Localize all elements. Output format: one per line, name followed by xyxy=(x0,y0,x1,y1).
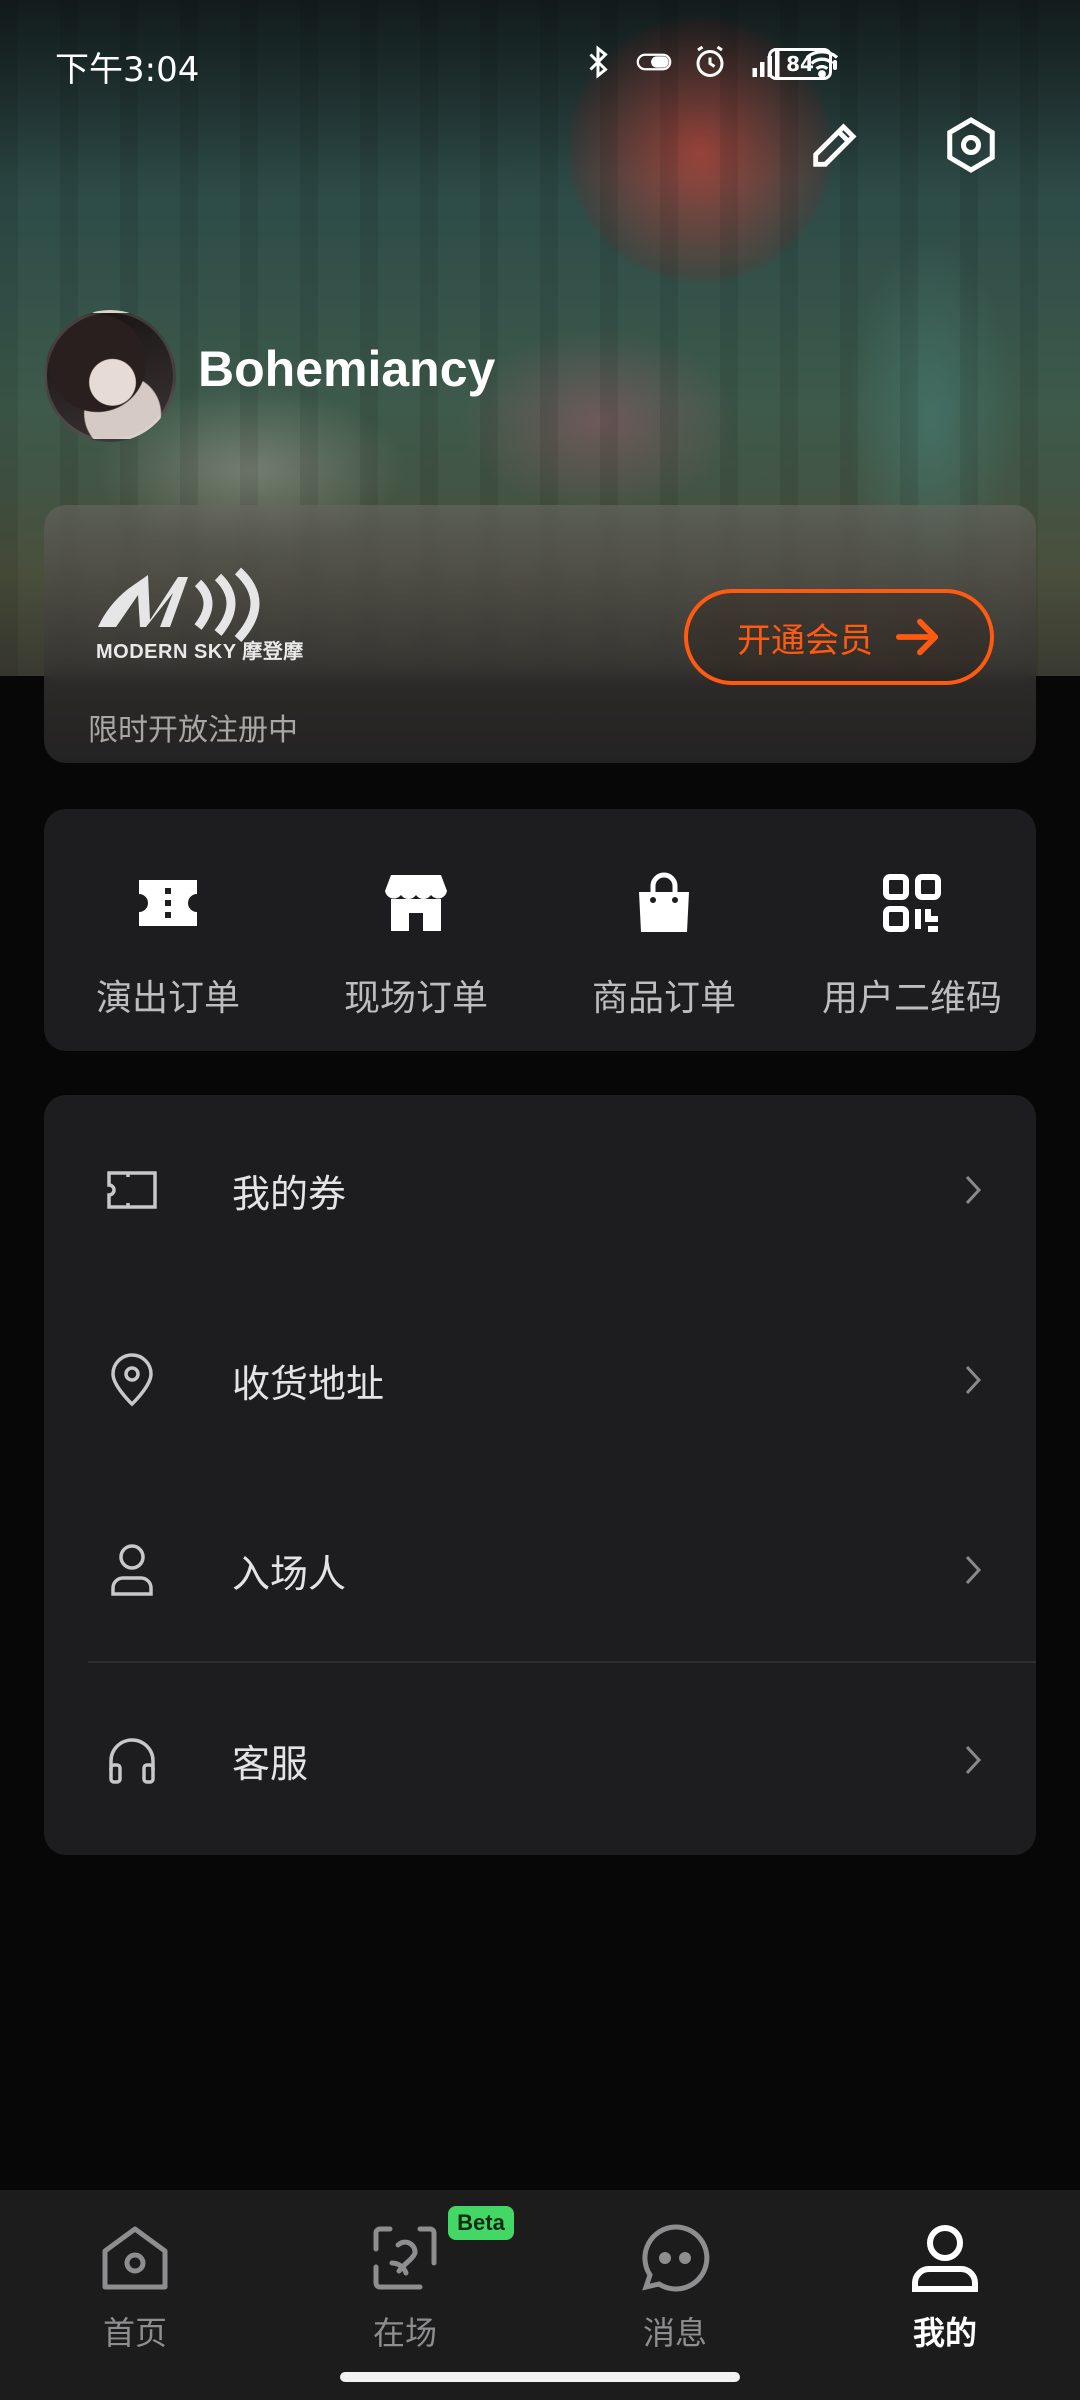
order-label: 现场订单 xyxy=(343,978,488,1019)
nav-label: 消息 xyxy=(642,2314,707,2352)
bottom-navigation: 首页 在场 消息 我的 xyxy=(0,2190,1080,2400)
coupon-icon xyxy=(104,1162,160,1218)
tab-home[interactable]: 首页 xyxy=(50,2220,220,2354)
home-indicator[interactable] xyxy=(340,2372,740,2382)
chevron-right-icon xyxy=(958,1550,988,1590)
menu-item-customer-service[interactable]: 客服 xyxy=(44,1665,1036,1855)
menu-label: 收货地址 xyxy=(232,1361,385,1406)
menu-item-my-coupons[interactable]: 我的券 xyxy=(44,1095,1036,1285)
toggle-icon xyxy=(636,53,672,71)
ticket-icon xyxy=(134,869,202,937)
settings-menu: 我的券 收货地址 入场人 客服 xyxy=(44,1095,1036,1855)
headphones-icon xyxy=(104,1732,160,1788)
open-membership-button[interactable]: 开通会员 xyxy=(684,589,994,685)
alarm-icon xyxy=(696,45,724,77)
menu-divider xyxy=(88,1661,1036,1663)
order-label: 用户二维码 xyxy=(821,978,1002,1019)
arrow-right-icon xyxy=(895,618,939,656)
pencil-icon xyxy=(813,123,857,167)
live-orders-button[interactable]: 现场订单 xyxy=(292,809,540,1051)
person-icon xyxy=(104,1542,160,1598)
order-label: 商品订单 xyxy=(591,978,736,1019)
show-orders-button[interactable]: 演出订单 xyxy=(44,809,292,1051)
shopping-bag-icon xyxy=(630,869,698,937)
order-label: 演出订单 xyxy=(95,978,240,1019)
status-time: 下午3:04 xyxy=(55,50,200,90)
nav-label: 我的 xyxy=(912,2314,977,2352)
chevron-right-icon xyxy=(958,1170,988,1210)
message-icon xyxy=(637,2220,713,2296)
location-pin-icon xyxy=(104,1352,160,1408)
qr-code-icon xyxy=(878,869,946,937)
menu-item-attendees[interactable]: 入场人 xyxy=(44,1475,1036,1665)
chevron-right-icon xyxy=(958,1360,988,1400)
battery-indicator: 84 xyxy=(768,48,837,80)
membership-card[interactable]: MODERN SKY 摩登摩 限时开放注册中 开通会员 xyxy=(44,505,1036,763)
tab-profile[interactable]: 我的 xyxy=(860,2220,1030,2354)
nav-label: 在场 xyxy=(372,2314,437,2352)
bluetooth-icon xyxy=(589,45,608,79)
tab-messages[interactable]: 消息 xyxy=(590,2220,760,2354)
open-membership-label: 开通会员 xyxy=(737,620,873,661)
menu-label: 客服 xyxy=(232,1741,309,1786)
nav-label: 首页 xyxy=(102,2314,167,2352)
beta-badge: Beta xyxy=(448,2206,514,2240)
status-bar: 下午3:04 84 xyxy=(0,0,1080,130)
goods-orders-button[interactable]: 商品订单 xyxy=(540,809,788,1051)
store-icon xyxy=(382,869,450,937)
profile-icon xyxy=(907,2220,983,2296)
edit-profile-button[interactable] xyxy=(800,110,870,180)
settings-button[interactable] xyxy=(936,110,1006,180)
orders-panel: 演出订单 现场订单 商品订单 用户二维码 xyxy=(44,809,1036,1051)
live-scene-icon xyxy=(367,2220,443,2296)
chevron-right-icon xyxy=(958,1740,988,1780)
vip-logo-text: MODERN SKY 摩登摩 xyxy=(96,641,304,663)
menu-label: 我的券 xyxy=(232,1171,347,1216)
user-qr-code-button[interactable]: 用户二维码 xyxy=(788,809,1036,1051)
tab-live-scene[interactable]: 在场 xyxy=(320,2220,490,2354)
username: Bohemiancy xyxy=(198,341,496,397)
vip-subtitle: 限时开放注册中 xyxy=(88,713,298,748)
avatar[interactable] xyxy=(44,310,176,442)
menu-label: 入场人 xyxy=(232,1551,347,1596)
menu-item-shipping-address[interactable]: 收货地址 xyxy=(44,1285,1036,1475)
settings-hexagon-icon xyxy=(947,117,995,173)
home-icon xyxy=(97,2220,173,2296)
